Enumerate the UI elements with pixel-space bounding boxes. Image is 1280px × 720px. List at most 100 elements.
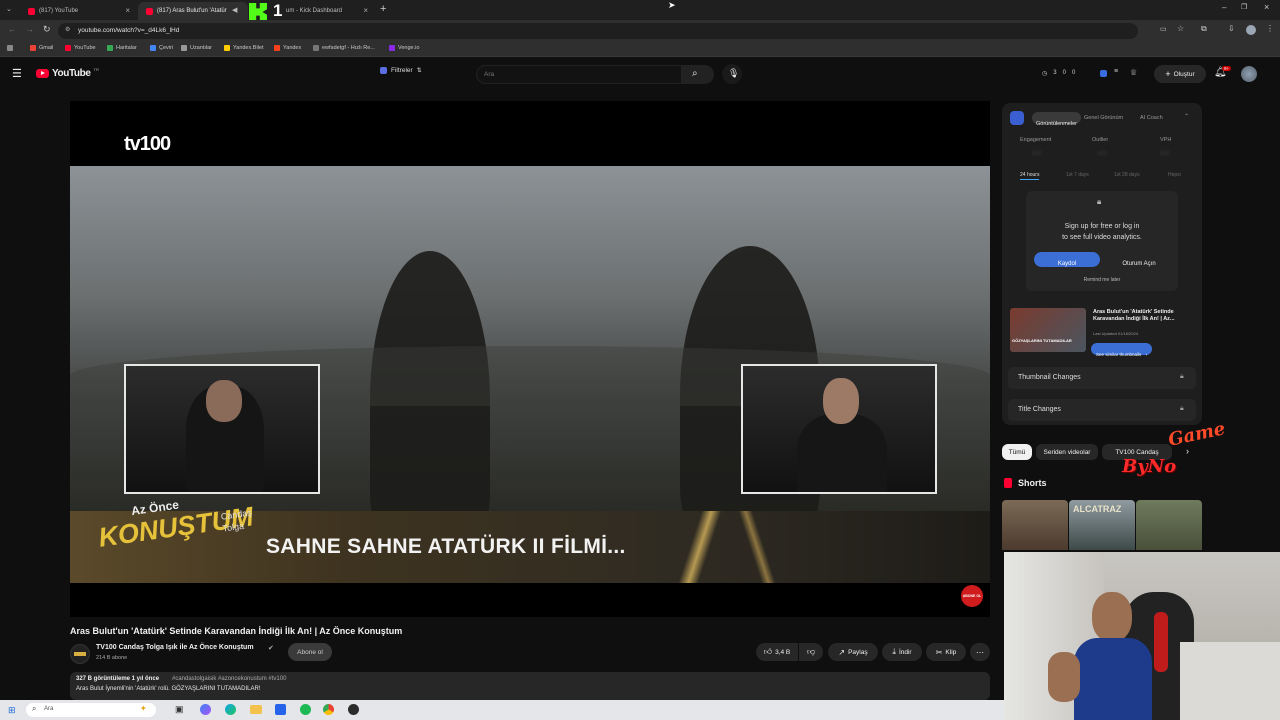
youtube-header: ☰ YouTube TR Filtreler ⇅ Ara ⌕ 🎙 ◷ 3 0 0… [0, 57, 1280, 91]
register-button[interactable]: Kaydol [1034, 252, 1100, 267]
download-button[interactable]: ⤓ İndir [882, 643, 922, 661]
reload-icon[interactable]: ↻ [43, 24, 51, 35]
divider-stripe [678, 511, 722, 583]
apps-icon[interactable] [7, 45, 13, 51]
create-button[interactable]: + Oluştur [1154, 65, 1206, 83]
bookmark-ewfadetgf[interactable]: ewfadetgf - Hızlı Re... [313, 45, 375, 51]
dislike-button[interactable]: 👎︎ [799, 643, 823, 661]
extensions-icon[interactable]: ⧉ [1201, 24, 1207, 34]
start-icon[interactable]: ⊞ [8, 705, 16, 716]
close-tab-icon[interactable]: × [125, 6, 130, 15]
chrome-icon[interactable] [323, 704, 334, 715]
title-changes-row[interactable]: Title Changes 🔒︎ [1008, 399, 1196, 421]
thumbnail-changes-row[interactable]: Thumbnail Changes 🔒︎ [1008, 367, 1196, 389]
file-explorer-icon[interactable] [250, 705, 262, 714]
remind-later-link[interactable]: Remind me later [1026, 277, 1178, 283]
more-actions-button[interactable]: ⋯ [970, 643, 990, 661]
bookmark-star-icon[interactable]: ☆ [1177, 24, 1184, 33]
period-tab-all[interactable]: Hepsi [1168, 172, 1181, 178]
period-tab-7d[interactable]: 1st 7 days [1066, 172, 1089, 178]
taskbar-search[interactable]: ⌕ Ara ✦ [26, 703, 156, 717]
counter-value: 0 [1071, 70, 1076, 76]
clip-button[interactable]: ✂ Klip [926, 643, 966, 661]
browser-tab-bar: ⌄ (817) YouTube × (817) Aras Bulut'un 'A… [0, 0, 1280, 21]
close-window-icon[interactable]: × [1264, 2, 1269, 12]
youtube-logo[interactable]: YouTube TR [36, 67, 99, 79]
chips-next-icon[interactable]: › [1186, 446, 1189, 456]
tab-list-icon[interactable]: ⌄ [6, 5, 12, 13]
short-thumbnail[interactable]: ALCATRAZ [1069, 500, 1135, 550]
vidiq-icon[interactable] [1100, 70, 1107, 77]
panel-tab-ai-coach[interactable]: AI Coach [1140, 115, 1163, 121]
short-thumbnail[interactable] [1002, 500, 1068, 550]
forward-icon[interactable]: → [26, 25, 34, 34]
search-button[interactable]: ⌕ [682, 65, 714, 84]
copilot-sparkle-icon: ✦ [140, 704, 147, 713]
store-icon[interactable] [275, 704, 286, 715]
panel-tab-overview[interactable]: Genel Görünüm [1084, 115, 1123, 121]
back-icon[interactable]: ← [8, 25, 16, 34]
bookmark-youtube[interactable]: YouTube [65, 45, 96, 51]
bookmark-ceviri[interactable]: Çeviri [150, 45, 173, 51]
channel-name[interactable]: TV100 Candaş Tolga Işık ile Az Önce Konu… [96, 644, 254, 651]
tab-current-video[interactable]: (817) Aras Bulut'un 'Atatür ◀ [138, 2, 248, 20]
address-field[interactable]: ⚙ youtube.com/watch?v=_d4Lk6_lHd [58, 23, 1138, 39]
bookmark-yandex-bilet[interactable]: Yandex.Bilet [224, 45, 263, 51]
sliders-icon: ⇅ [416, 68, 422, 74]
account-avatar[interactable] [1241, 66, 1257, 82]
collapse-icon[interactable]: ⌃ [1184, 113, 1189, 120]
trophy-icon[interactable]: ♕ [1130, 68, 1137, 77]
subscribe-button[interactable]: Abone ol [288, 643, 332, 661]
restore-icon[interactable]: ❐ [1241, 3, 1247, 11]
panel-tab-active[interactable]: Görüntülenmeler [1032, 112, 1081, 127]
voice-search-button[interactable]: 🎙 [722, 64, 742, 84]
task-view-icon[interactable]: ▣ [175, 704, 184, 715]
channel-avatar[interactable] [70, 644, 90, 664]
bookmark-gmail[interactable]: Gmail [30, 45, 53, 51]
obs-icon[interactable] [348, 704, 359, 715]
similar-thumbnails-button[interactable]: See similar thumbnails › [1091, 343, 1153, 357]
search-input[interactable]: Ara [476, 65, 682, 84]
guest-figure [797, 414, 887, 492]
short-thumbnail[interactable] [1136, 500, 1202, 550]
speaker-icon[interactable]: ◀ [232, 6, 237, 14]
site-info-icon[interactable]: ⚙ [65, 26, 70, 33]
like-button[interactable]: 👍︎ 3,4 B [756, 643, 798, 661]
period-tab-28d[interactable]: 1st 28 days [1114, 172, 1140, 178]
tab-kick-dashboard[interactable]: um - Kick Dashboard × [250, 2, 374, 20]
lock-icon: 🔒︎ [1097, 197, 1102, 206]
login-button[interactable]: Oturum Açın [1106, 252, 1172, 267]
thumbnail-preview[interactable]: GÖZYAŞLARINI TUTAMADILAR [1010, 308, 1086, 352]
guide-menu-icon[interactable]: ☰ [12, 67, 22, 80]
spotify-icon[interactable] [300, 704, 311, 715]
share-button[interactable]: ↗ Paylaş [828, 643, 878, 661]
tab-youtube-home[interactable]: (817) YouTube × [20, 2, 136, 20]
layers-icon[interactable]: ≡ [1114, 68, 1118, 75]
chip-label: TV100 Candaş [1115, 448, 1159, 456]
edge-icon[interactable] [225, 704, 236, 715]
downloads-icon[interactable]: ⇩ [1228, 24, 1235, 33]
signup-line-2: to see full video analytics. [1062, 234, 1142, 241]
minimize-icon[interactable]: – [1222, 3, 1226, 12]
profile-avatar[interactable] [1246, 25, 1256, 35]
chip-series[interactable]: Seriden videolar [1036, 444, 1098, 460]
bookmark-yandex[interactable]: Yandex [274, 45, 301, 51]
description-box[interactable]: 327 B görüntüleme 1 yıl önce #candastolg… [70, 672, 990, 700]
filters-button[interactable]: Filtreler ⇅ [380, 67, 422, 74]
streamer-body [1074, 638, 1152, 720]
video-player[interactable]: tv100 SAHNE SAHNE ATATÜRK II FİLMİ... Az… [70, 101, 990, 617]
search-icon: ⌕ [692, 68, 698, 79]
browser-menu-icon[interactable]: ⋮ [1266, 24, 1274, 33]
bookmark-uzantilar[interactable]: Uzantılar [181, 45, 212, 51]
download-label: İndir [898, 648, 912, 656]
bookmark-haritalar[interactable]: Haritalar [107, 45, 137, 51]
new-tab-button[interactable]: + [380, 3, 386, 15]
chip-all[interactable]: Tümü [1002, 444, 1032, 460]
period-tab-24h[interactable]: 24 hours [1020, 172, 1040, 180]
bookmark-venge[interactable]: Venge.io [389, 45, 419, 51]
copilot-icon[interactable] [200, 704, 211, 715]
hashtags[interactable]: #candastolgaisik #azoncekonustum #tv100 [172, 676, 286, 682]
extension-counters: ◷ 3 0 0 [1042, 70, 1075, 77]
install-app-icon[interactable]: ▭ [1160, 25, 1167, 33]
close-tab-icon[interactable]: × [363, 6, 368, 15]
